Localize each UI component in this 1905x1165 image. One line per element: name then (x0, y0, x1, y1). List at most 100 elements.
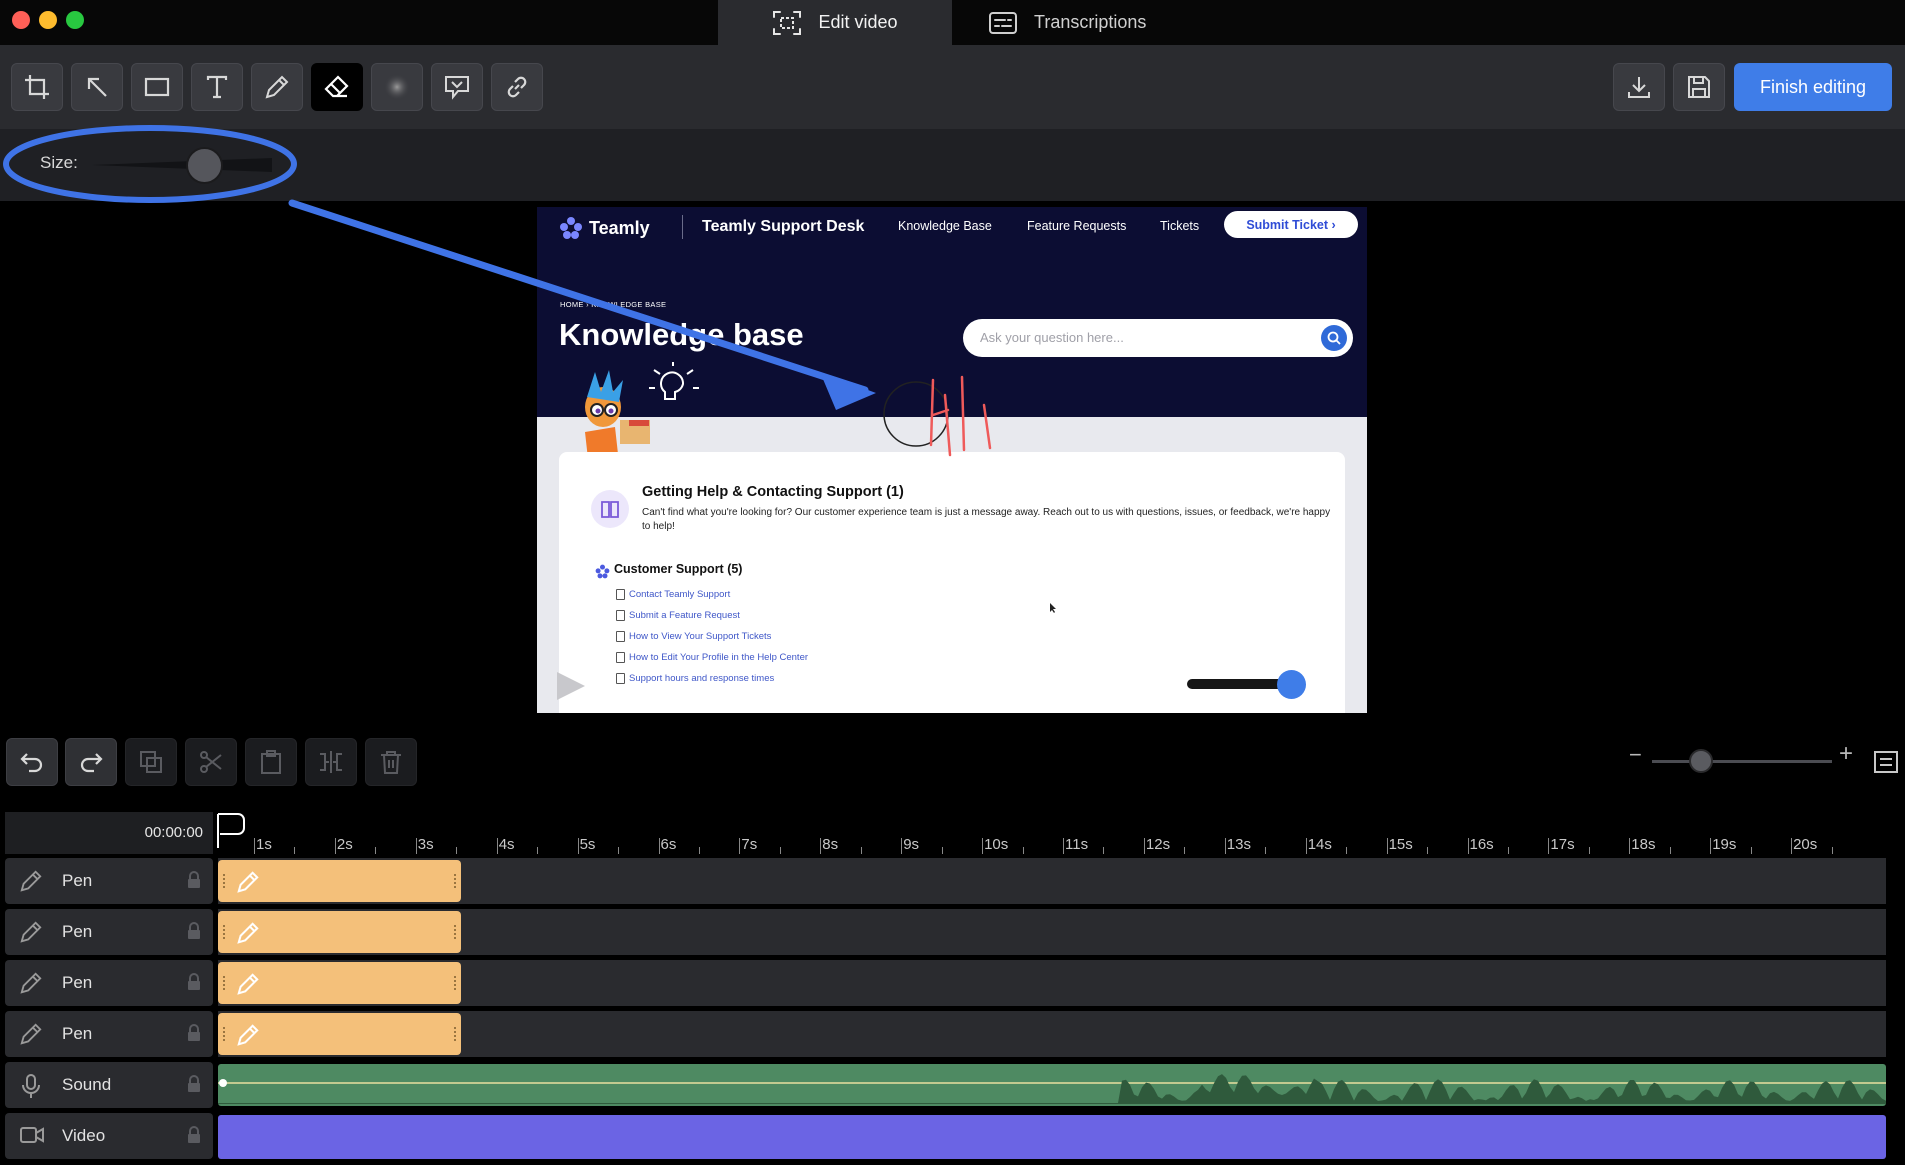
playhead-handle[interactable] (216, 812, 246, 848)
preview-play-icon[interactable] (557, 672, 585, 700)
tab-transcriptions-label: Transcriptions (1034, 12, 1147, 32)
track-label-pen[interactable]: Pen (5, 909, 213, 955)
clip-trim-handle-left[interactable] (223, 874, 225, 888)
delete-button[interactable] (365, 738, 417, 786)
preview-category-card: Getting Help & Contacting Support (1) Ca… (559, 452, 1345, 713)
edit-controls-bar (0, 720, 1905, 802)
undo-button[interactable] (6, 738, 58, 786)
size-slider-track[interactable] (92, 156, 272, 174)
pen-icon (20, 870, 42, 892)
split-button[interactable] (305, 738, 357, 786)
pen-clip[interactable] (218, 1013, 461, 1055)
zoom-slider-track[interactable] (1652, 760, 1832, 763)
track-label-video[interactable]: Video (5, 1113, 213, 1159)
clip-trim-handle-right[interactable] (454, 976, 456, 990)
fit-timeline-icon[interactable] (1873, 750, 1899, 774)
lock-icon[interactable] (187, 1075, 201, 1093)
ruler-label: 6s (660, 836, 677, 853)
blur-tool-button[interactable] (371, 63, 423, 111)
preview-card-title: Getting Help & Contacting Support (1) (642, 484, 904, 500)
clip-trim-handle-right[interactable] (454, 874, 456, 888)
document-icon (616, 631, 625, 642)
highlight-tool-button[interactable] (431, 63, 483, 111)
lock-icon[interactable] (187, 973, 201, 991)
clip-trim-handle-left[interactable] (223, 1027, 225, 1041)
pen-clip[interactable] (218, 860, 461, 902)
zoom-out-button[interactable]: − (1629, 742, 1642, 768)
ruler-minor-tick (860, 847, 862, 854)
preview-link: Contact Teamly Support (629, 589, 731, 600)
video-preview: Teamly Teamly Support Desk Knowledge Bas… (537, 207, 1367, 713)
pen-tool-button[interactable] (251, 63, 303, 111)
size-slider-handle[interactable] (186, 147, 223, 184)
ruler-label: 15s (1388, 836, 1413, 853)
preview-nav-tickets: Tickets (1160, 219, 1200, 233)
link-tool-button[interactable] (491, 63, 543, 111)
clip-trim-handle-left[interactable] (223, 976, 225, 990)
finish-editing-button[interactable]: Finish editing (1734, 63, 1892, 111)
pen-clip[interactable] (218, 911, 461, 953)
preview-card-description: Can't find what you're looking for? Our … (642, 507, 1331, 532)
track-label-pen[interactable]: Pen (5, 1011, 213, 1057)
download-button[interactable] (1613, 63, 1665, 111)
preview-page-title: Knowledge base (559, 317, 804, 352)
clip-trim-handle-left[interactable] (223, 925, 225, 939)
lock-icon[interactable] (187, 922, 201, 940)
timeline-time-display: 00:00:00 (5, 812, 213, 854)
screen-capture-icon (773, 10, 802, 35)
window-maximize-button[interactable] (66, 11, 84, 29)
ruler-minor-tick (698, 847, 700, 854)
pen-icon (20, 1023, 42, 1045)
document-icon (616, 652, 625, 663)
save-button[interactable] (1673, 63, 1725, 111)
crop-tool-button[interactable] (11, 63, 63, 111)
preview-breadcrumb: HOME › KNOWLEDGE BASE (560, 300, 667, 309)
zoom-in-button[interactable]: + (1839, 740, 1853, 768)
paste-button[interactable] (245, 738, 297, 786)
track-label-pen[interactable]: Pen (5, 960, 213, 1006)
ruler-minor-tick (1103, 847, 1105, 854)
cut-icon (200, 751, 222, 773)
track-lane (218, 960, 1886, 1006)
track-label-sound[interactable]: Sound (5, 1062, 213, 1108)
redo-button[interactable] (65, 738, 117, 786)
track-name: Pen (62, 973, 93, 992)
ruler-minor-tick (294, 847, 296, 854)
timeline-ruler[interactable]: 1s 2s 3s 4s 5s 6s 7s 8s 9s 10s 11s 12s 13s 14s 15s 16s 1… (218, 812, 1886, 854)
book-icon (591, 490, 629, 528)
clip-trim-handle-right[interactable] (454, 1027, 456, 1041)
lock-icon[interactable] (187, 871, 201, 889)
pen-icon (237, 1024, 259, 1046)
track-label-pen[interactable]: Pen (5, 858, 213, 904)
redo-icon (80, 753, 103, 773)
arrow-tool-button[interactable] (71, 63, 123, 111)
lock-icon[interactable] (187, 1126, 201, 1144)
ruler-minor-tick (1831, 847, 1833, 854)
ruler-label: 14s (1307, 836, 1332, 853)
ruler-major-tick (254, 838, 255, 854)
window-minimize-button[interactable] (39, 11, 57, 29)
lock-icon[interactable] (187, 1024, 201, 1042)
pen-clip[interactable] (218, 962, 461, 1004)
track-name: Pen (62, 871, 93, 890)
video-clip[interactable] (218, 1115, 1886, 1159)
clip-trim-handle-right[interactable] (454, 925, 456, 939)
eraser-tool-button[interactable] (311, 63, 363, 111)
sound-clip[interactable] (218, 1064, 1886, 1106)
tab-transcriptions[interactable]: Transcriptions (988, 0, 1146, 45)
duplicate-icon (140, 751, 162, 773)
window-close-button[interactable] (12, 11, 30, 29)
cut-button[interactable] (185, 738, 237, 786)
mouse-cursor-icon (1050, 603, 1056, 613)
duplicate-button[interactable] (125, 738, 177, 786)
download-icon (1628, 77, 1650, 98)
ruler-major-tick (1143, 838, 1145, 854)
tab-edit-video[interactable]: Edit video (718, 0, 952, 45)
current-time: 00:00:00 (144, 824, 203, 841)
rectangle-tool-button[interactable] (131, 63, 183, 111)
ruler-major-tick (739, 838, 741, 854)
zoom-slider-handle[interactable] (1689, 749, 1713, 773)
text-tool-button[interactable] (191, 63, 243, 111)
ruler-label: 9s (903, 836, 920, 853)
document-icon (616, 610, 625, 621)
